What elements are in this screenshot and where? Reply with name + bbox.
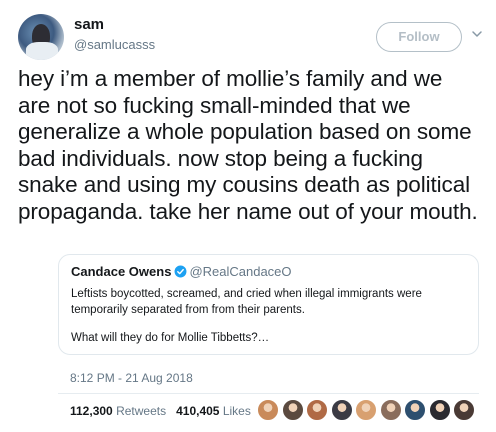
tweet-header: sam @samlucasss Follow (18, 14, 483, 64)
liker-avatar[interactable] (330, 399, 353, 421)
tweet-text: hey i’m a member of mollie’s family and … (18, 66, 478, 224)
chevron-down-icon[interactable] (471, 28, 483, 40)
quoted-tweet[interactable]: Candace Owens @RealCandaceO Leftists boy… (58, 254, 479, 355)
likes-stat[interactable]: 410,405 Likes (176, 404, 251, 418)
user-handle[interactable]: @samlucasss (74, 37, 155, 52)
retweets-stat[interactable]: 112,300 Retweets (70, 404, 166, 418)
quoted-user-name: Candace Owens (71, 264, 172, 279)
liker-avatar[interactable] (355, 399, 377, 421)
quoted-user-handle: @RealCandaceO (189, 264, 292, 279)
liker-avatar[interactable] (453, 399, 475, 421)
liker-avatar[interactable] (404, 399, 426, 421)
liker-avatar[interactable] (306, 399, 328, 421)
follow-button[interactable]: Follow (376, 22, 462, 52)
divider (58, 393, 479, 394)
liker-avatar[interactable] (428, 399, 451, 421)
verified-badge-icon (174, 265, 187, 278)
retweets-count: 112,300 (70, 404, 113, 418)
likes-label: Likes (222, 404, 251, 418)
quoted-paragraph: What will they do for Mollie Tibbetts?… (71, 332, 270, 344)
avatar-background (26, 42, 58, 60)
tweet-timestamp[interactable]: 8:12 PM - 21 Aug 2018 (70, 371, 193, 385)
quoted-tweet-header: Candace Owens @RealCandaceO (71, 264, 466, 281)
liker-avatar[interactable] (257, 399, 279, 421)
tweet-stats: 112,300 Retweets 410,405 Likes (70, 404, 251, 418)
avatar[interactable] (18, 14, 64, 60)
quoted-tweet-body: Leftists boycotted, screamed, and cried … (71, 286, 466, 346)
user-name[interactable]: sam (74, 16, 104, 33)
retweets-label: Retweets (116, 404, 167, 418)
liker-avatar[interactable] (379, 399, 402, 421)
likes-count: 410,405 (176, 404, 220, 418)
liker-avatar[interactable] (281, 399, 304, 421)
quoted-paragraph: Leftists boycotted, screamed, and cried … (71, 288, 422, 316)
